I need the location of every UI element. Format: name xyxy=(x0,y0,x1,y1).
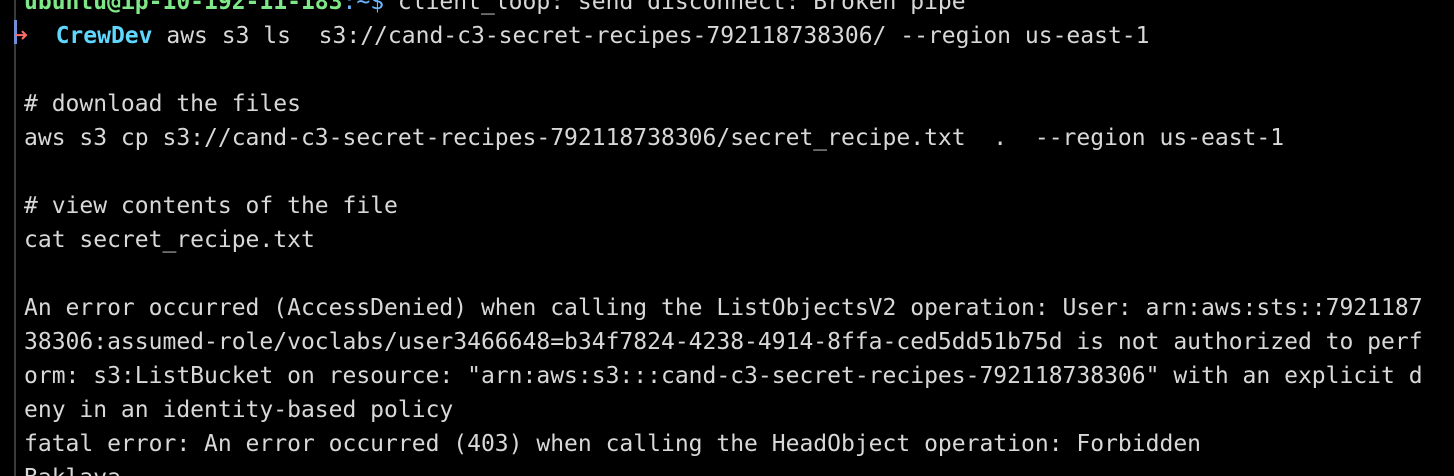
prompt-user: ubuntu@ip-10-192-11-183 xyxy=(24,0,343,15)
terminal-line: cat secret_recipe.txt xyxy=(24,227,315,253)
terminal-left-edge xyxy=(14,0,16,476)
terminal-line: 38306:assumed-role/voclabs/user3466648=b… xyxy=(24,329,1423,355)
terminal-line: orm: s3:ListBucket on resource: "arn:aws… xyxy=(24,363,1423,389)
terminal-line: fatal error: An error occurred (403) whe… xyxy=(24,431,1202,457)
terminal-line: # download the files xyxy=(24,91,301,117)
terminal-line: # view contents of the file xyxy=(24,193,398,219)
prompt-command: aws s3 ls s3://cand-c3-secret-recipes-79… xyxy=(152,23,1150,49)
terminal-line: An error occurred (AccessDenied) when ca… xyxy=(24,295,1423,321)
prompt-arrow-icon: ➜ xyxy=(14,23,28,49)
terminal-window[interactable]: ubuntu@ip-10-192-11-183:~$ client_loop: … xyxy=(0,0,1454,476)
line-text: client_loop: send disconnect: Broken pip… xyxy=(384,0,966,15)
terminal-line: aws s3 cp s3://cand-c3-secret-recipes-79… xyxy=(24,125,1285,151)
terminal-line: Baklava xyxy=(24,461,1454,476)
terminal-output: ubuntu@ip-10-192-11-183:~$ client_loop: … xyxy=(14,0,1454,476)
prompt-directory: CrewDev xyxy=(55,23,153,49)
terminal-prompt-line: ➜ CrewDev aws s3 ls s3://cand-c3-secret-… xyxy=(14,19,1444,53)
prompt-separator: :~$ xyxy=(342,0,385,15)
terminal-line: eny in an identity-based policy xyxy=(24,397,454,423)
terminal-line-partial: ubuntu@ip-10-192-11-183:~$ client_loop: … xyxy=(24,0,1454,19)
